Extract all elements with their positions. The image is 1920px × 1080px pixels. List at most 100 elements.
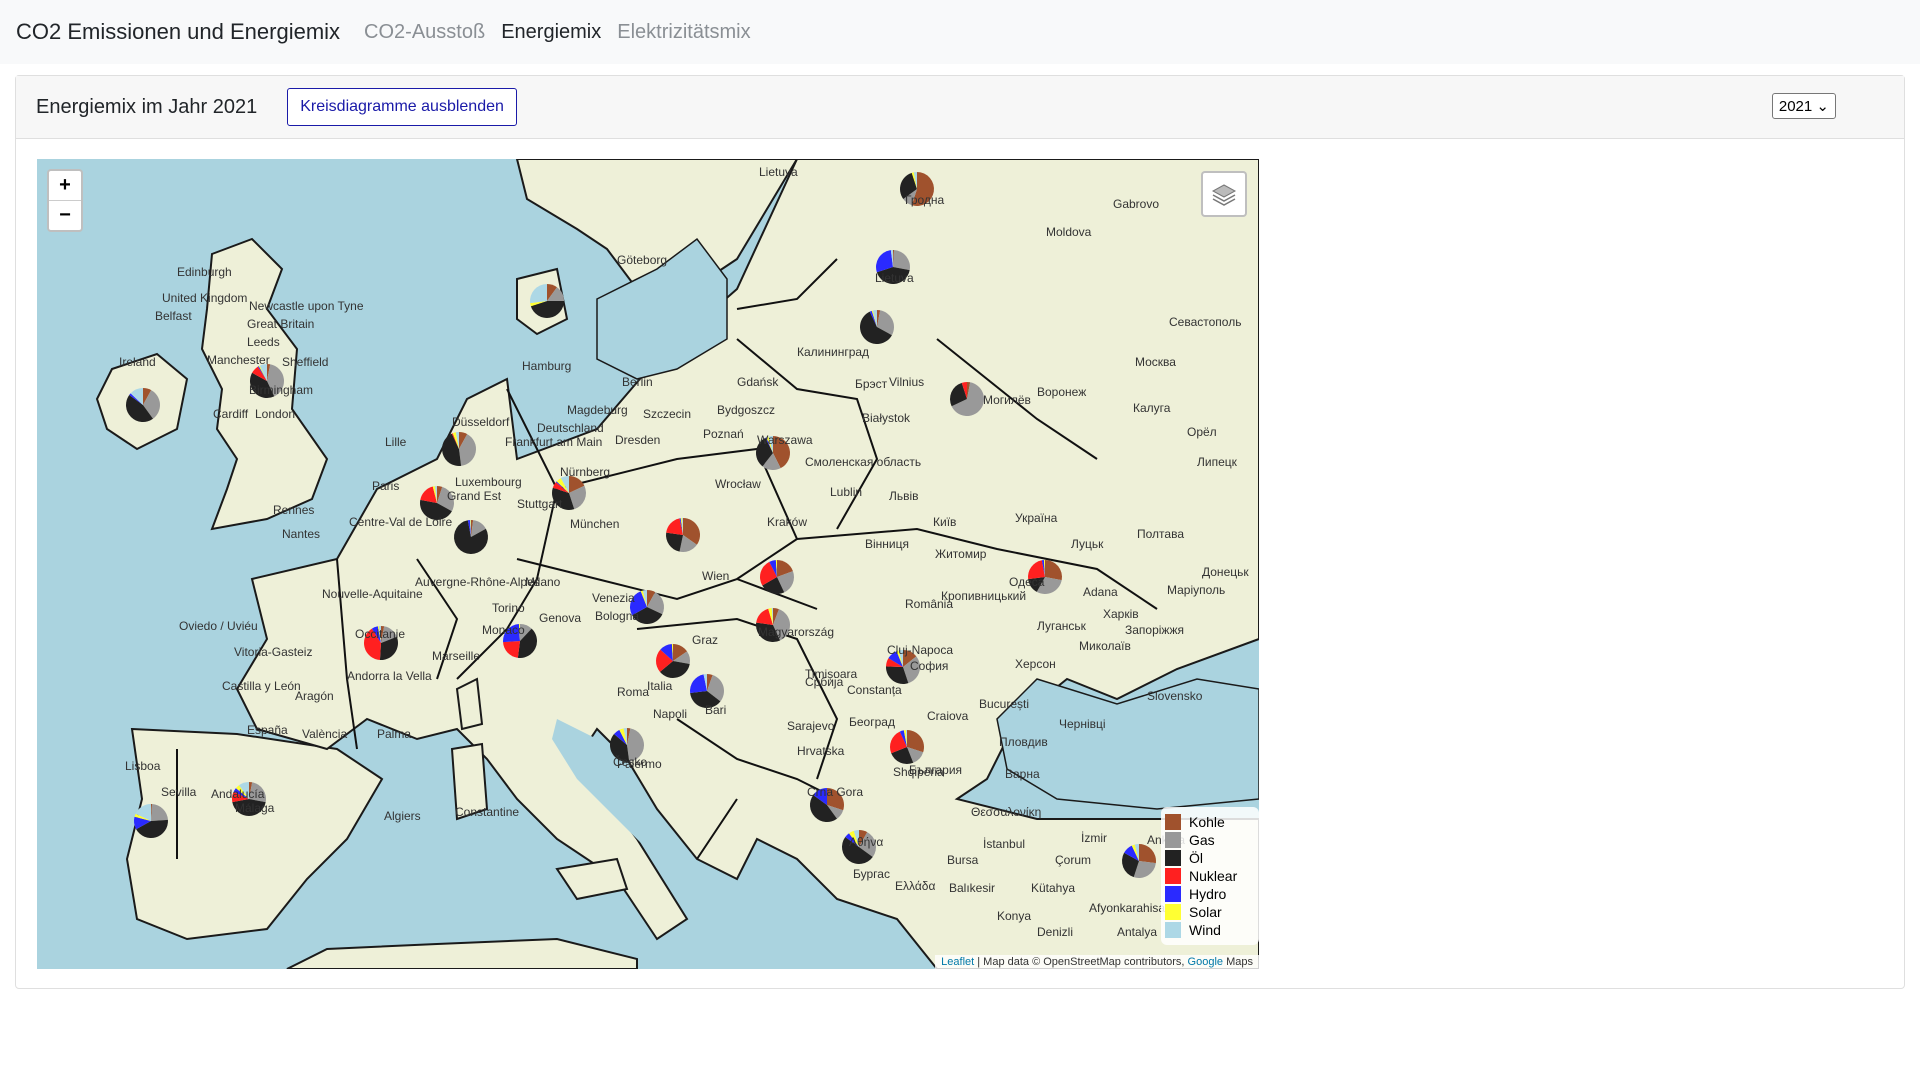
place-label: Sevilla [161,785,197,799]
attribution-maps: Maps [1223,956,1253,968]
energy-mix-card: Energiemix im Jahr 2021 Kreisdiagramme a… [15,75,1905,989]
place-label: Crna Gora [807,785,864,799]
google-link[interactable]: Google [1188,956,1223,968]
place-label: Lietuva [759,165,798,179]
legend-item: Gas [1165,831,1255,849]
place-label: Algiers [384,809,421,823]
place-label: Київ [933,515,957,529]
place-label: Occitanie [355,627,406,641]
place-label: Ireland [119,355,156,369]
legend-label: Wind [1189,922,1221,938]
place-label: Луганськ [1037,619,1086,633]
legend-label: Gas [1189,832,1215,848]
place-label: Torino [492,601,525,615]
place-label: Rennes [273,503,315,517]
place-label: Genova [539,611,582,625]
place-label: Αθήνα [849,835,884,849]
place-label: Донецьк [1202,565,1249,579]
zoom-in-button[interactable]: + [49,171,81,201]
place-label: Варна [1005,767,1040,781]
place-label: Wien [702,569,730,583]
place-label: Sheffield [282,355,329,369]
place-label: Berlin [622,375,653,389]
place-label: Afyonkarahisar [1089,901,1170,915]
year-select[interactable]: 2021 ⌄ [1771,93,1836,119]
place-label: Luxembourg [455,475,522,489]
place-label: Graz [692,633,719,647]
place-label: София [910,659,949,673]
nav-link-elektrizitaetsmix[interactable]: Elektrizitätsmix [617,21,750,44]
place-label: Калининград [797,345,870,359]
place-label: Roma [617,685,650,699]
place-label: United Kingdom [162,291,248,305]
pie-chart[interactable] [1121,844,1157,878]
pie-chart[interactable] [530,284,564,319]
pie-chart[interactable] [454,520,489,554]
place-label: Birmingham [249,383,314,397]
place-label: Antalya [1117,925,1158,939]
map-container[interactable]: Edinburgh United Kingdom Newcastle upon … [37,159,1259,969]
map-basemap[interactable] [37,159,1259,969]
place-label: Бургас [853,867,890,881]
toggle-pies-button[interactable]: Kreisdiagramme ausblenden [287,88,517,126]
pie-chart[interactable] [656,644,691,679]
place-label: Lublin [830,485,863,499]
place-label: Запоріжжя [1125,623,1184,637]
place-label: Konya [997,909,1032,923]
place-label: Great Britain [247,317,315,331]
nav-link-co2[interactable]: CO2-Ausstoß [364,21,485,44]
place-label: Szczecin [643,407,692,421]
legend: Kohle Gas Öl Nuklear Hydro Solar Wind [1161,807,1259,945]
place-label: Миколаїв [1079,639,1131,653]
leaflet-link[interactable]: Leaflet [941,956,974,968]
pie-chart[interactable] [125,388,160,422]
pie-chart[interactable] [760,560,794,594]
legend-item: Solar [1165,903,1255,921]
pie-chart[interactable] [949,382,984,416]
legend-swatch [1165,922,1181,938]
place-label: Bursa [947,853,979,867]
place-label: Вінниця [865,537,909,551]
pie-chart[interactable] [890,730,924,764]
place-label: İzmir [1081,831,1107,845]
place-label: Dresden [615,433,661,447]
legend-swatch [1165,904,1181,920]
pie-chart[interactable] [665,518,700,552]
legend-label: Öl [1189,850,1203,866]
place-label: València [302,727,348,741]
legend-swatch [1165,868,1181,884]
place-label: London [255,407,296,421]
place-label: Marseille [432,649,481,663]
place-label: Paris [372,479,400,493]
land-corsica [455,677,484,731]
layers-button[interactable] [1201,171,1247,217]
place-label: Nouvelle-Aquitaine [322,587,423,601]
place-label: Vitoria-Gasteiz [234,645,313,659]
place-label: Воронеж [1037,385,1087,399]
place-label: Denizli [1037,925,1074,939]
pie-chart[interactable] [442,432,477,466]
zoom-out-button[interactable]: − [49,201,81,230]
place-label: Bari [705,703,727,717]
app-brand[interactable]: CO2 Emissionen und Energiemix [16,19,340,45]
place-label: Belfast [155,309,192,323]
pie-chart[interactable] [860,310,895,345]
place-label: Kütahya [1031,881,1076,895]
place-label: Palma [377,727,412,741]
top-navbar: CO2 Emissionen und Energiemix CO2-Aussto… [0,0,1920,64]
place-label: Nürnberg [560,465,611,479]
place-label: Milano [525,575,561,589]
legend-swatch [1165,814,1181,830]
place-label: Cardiff [213,407,249,421]
pie-chart[interactable] [134,804,168,839]
legend-label: Nuklear [1189,868,1238,884]
place-label: București [979,697,1030,711]
place-label: Magdeburg [567,403,628,417]
place-label: Ελλάδα [895,879,936,893]
place-label: Львів [889,489,919,503]
nav-link-energiemix[interactable]: Energiemix [501,21,601,44]
place-label: Stuttgart [517,497,563,511]
place-label: Adana [1083,585,1118,599]
place-label: Србија [805,675,844,689]
place-label: Málaga [235,801,275,815]
